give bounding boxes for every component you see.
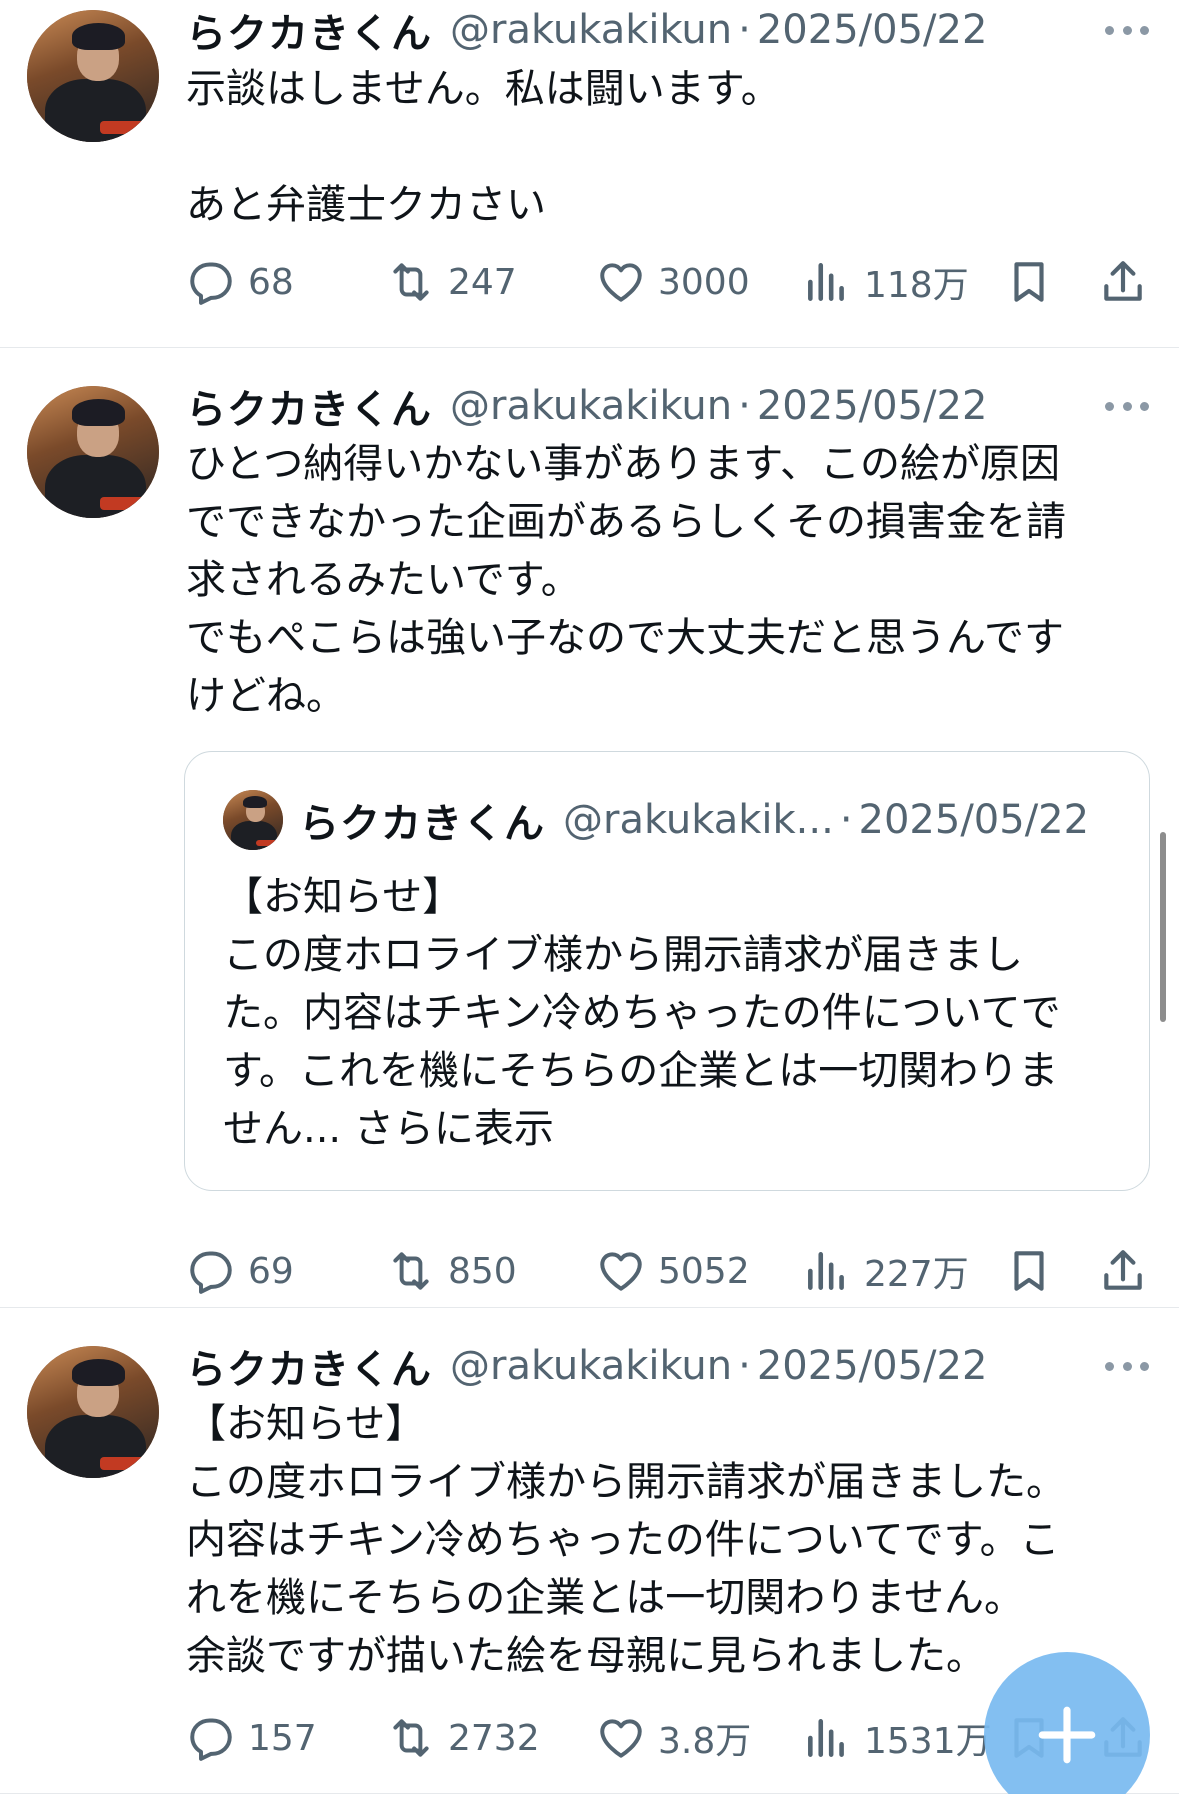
views-button[interactable]: 227万: [802, 1241, 969, 1301]
views-icon: [808, 1719, 844, 1757]
views-icon: [808, 1252, 844, 1290]
tweet-actions: 69 850 5052 227万: [186, 1241, 1156, 1301]
avatar[interactable]: [27, 1346, 159, 1478]
tweet[interactable]: らクカきくん @rakukakikun · 2025/05/22 ひとつ納得いか…: [0, 348, 1179, 1308]
views-button[interactable]: 118万: [802, 252, 969, 312]
like-icon: [600, 1719, 642, 1758]
views-icon: [808, 263, 844, 301]
like-count: 3.8万: [658, 1721, 752, 1762]
reply-button[interactable]: 157: [186, 1708, 317, 1768]
share-icon: [1104, 261, 1142, 301]
reply-icon: [190, 1718, 232, 1761]
quote-author-name: らクカきくん: [299, 801, 545, 847]
retweet-count: 247: [448, 261, 517, 303]
tweet-header: らクカきくん @rakukakikun · 2025/05/22: [186, 0, 987, 60]
quote-date: 2025/05/22: [858, 797, 1090, 843]
tweet-text: ひとつ納得いかない事があります、この絵が原因 でできなかった企画があるらしくその…: [186, 441, 1066, 719]
author-handle[interactable]: @rakukakikun: [450, 7, 732, 53]
tweet-date[interactable]: 2025/05/22: [757, 1343, 988, 1389]
author-handle[interactable]: @rakukakikun: [450, 1343, 732, 1389]
share-button[interactable]: [1098, 252, 1148, 312]
reply-count: 157: [248, 1717, 317, 1759]
more-icon[interactable]: [1105, 1356, 1149, 1376]
tweet-header: らクカきくん @rakukakikun · 2025/05/22: [186, 1336, 987, 1396]
views-button[interactable]: 1531万: [802, 1708, 992, 1768]
separator-dot: ·: [839, 797, 853, 843]
tweet-date[interactable]: 2025/05/22: [757, 7, 988, 53]
author-name[interactable]: らクカきくん: [186, 377, 432, 435]
retweet-button[interactable]: 247: [386, 252, 517, 312]
scrollbar[interactable]: [1160, 832, 1166, 1022]
bookmark-icon: [1014, 1251, 1044, 1291]
tweet-text: 【お知らせ】 この度ホロライブ様から開示請求が届きました。 内容はチキン冷めちゃ…: [186, 1401, 1066, 1679]
tweet-header: らクカきくん @rakukakikun · 2025/05/22: [186, 376, 987, 436]
avatar[interactable]: [27, 10, 159, 142]
retweet-icon: [393, 1252, 429, 1290]
tweet-text: 示談はしません。私は闘います。 あと弁護士クカさい: [186, 66, 781, 228]
share-button[interactable]: [1098, 1241, 1148, 1301]
retweet-button[interactable]: 850: [386, 1241, 517, 1301]
quote-text: 【お知らせ】 この度ホロライブ様から開示請求が届きまし た。内容はチキン冷めちゃ…: [223, 868, 1123, 1158]
share-icon: [1104, 1250, 1142, 1290]
bookmark-button[interactable]: [1004, 252, 1054, 312]
like-count: 5052: [658, 1250, 750, 1292]
reply-icon: [190, 1251, 232, 1294]
quoted-tweet[interactable]: らクカきくん @rakukakik... · 2025/05/22 【お知らせ】…: [184, 751, 1150, 1191]
like-icon: [600, 263, 642, 302]
reply-count: 68: [248, 261, 294, 303]
reply-icon: [190, 262, 232, 305]
like-button[interactable]: 5052: [596, 1241, 750, 1301]
bookmark-icon: [1014, 262, 1044, 302]
more-icon[interactable]: [1105, 20, 1149, 40]
retweet-icon: [393, 263, 429, 301]
like-icon: [600, 1252, 642, 1291]
reply-count: 69: [248, 1250, 294, 1292]
author-handle[interactable]: @rakukakikun: [450, 383, 732, 429]
reply-button[interactable]: 69: [186, 1241, 294, 1301]
views-count: 118万: [864, 265, 969, 306]
quote-text-content: 【お知らせ】 この度ホロライブ様から開示請求が届きまし た。内容はチキン冷めちゃ…: [223, 874, 1061, 1152]
separator-dot: ·: [738, 383, 751, 429]
reply-button[interactable]: 68: [186, 252, 294, 312]
retweet-button[interactable]: 2732: [386, 1708, 540, 1768]
avatar[interactable]: [27, 386, 159, 518]
views-count: 1531万: [864, 1721, 992, 1762]
like-count: 3000: [658, 261, 750, 303]
author-name[interactable]: らクカきくん: [186, 1337, 432, 1395]
like-button[interactable]: 3.8万: [596, 1708, 751, 1768]
more-icon[interactable]: [1105, 396, 1149, 416]
compose-plus-icon: [1038, 1706, 1096, 1764]
bookmark-button[interactable]: [1004, 1241, 1054, 1301]
show-more-link[interactable]: さらに表示: [354, 1106, 554, 1152]
quote-avatar[interactable]: [223, 790, 283, 850]
quote-author-handle: @rakukakik...: [563, 797, 834, 843]
like-button[interactable]: 3000: [596, 252, 750, 312]
quote-header: らクカきくん @rakukakik... · 2025/05/22: [299, 788, 1089, 852]
timeline-feed: らクカきくん @rakukakikun · 2025/05/22 示談はしません…: [0, 0, 1179, 1794]
retweet-count: 850: [448, 1250, 517, 1292]
views-count: 227万: [864, 1254, 969, 1295]
author-name[interactable]: らクカきくん: [186, 1, 432, 59]
tweet-actions: 68 247 3000 118万: [186, 252, 1156, 312]
separator-dot: ·: [738, 1343, 751, 1389]
separator-dot: ·: [738, 7, 751, 53]
retweet-icon: [393, 1719, 429, 1757]
tweet-date[interactable]: 2025/05/22: [757, 383, 988, 429]
tweet[interactable]: らクカきくん @rakukakikun · 2025/05/22 示談はしません…: [0, 0, 1179, 348]
retweet-count: 2732: [448, 1717, 540, 1759]
